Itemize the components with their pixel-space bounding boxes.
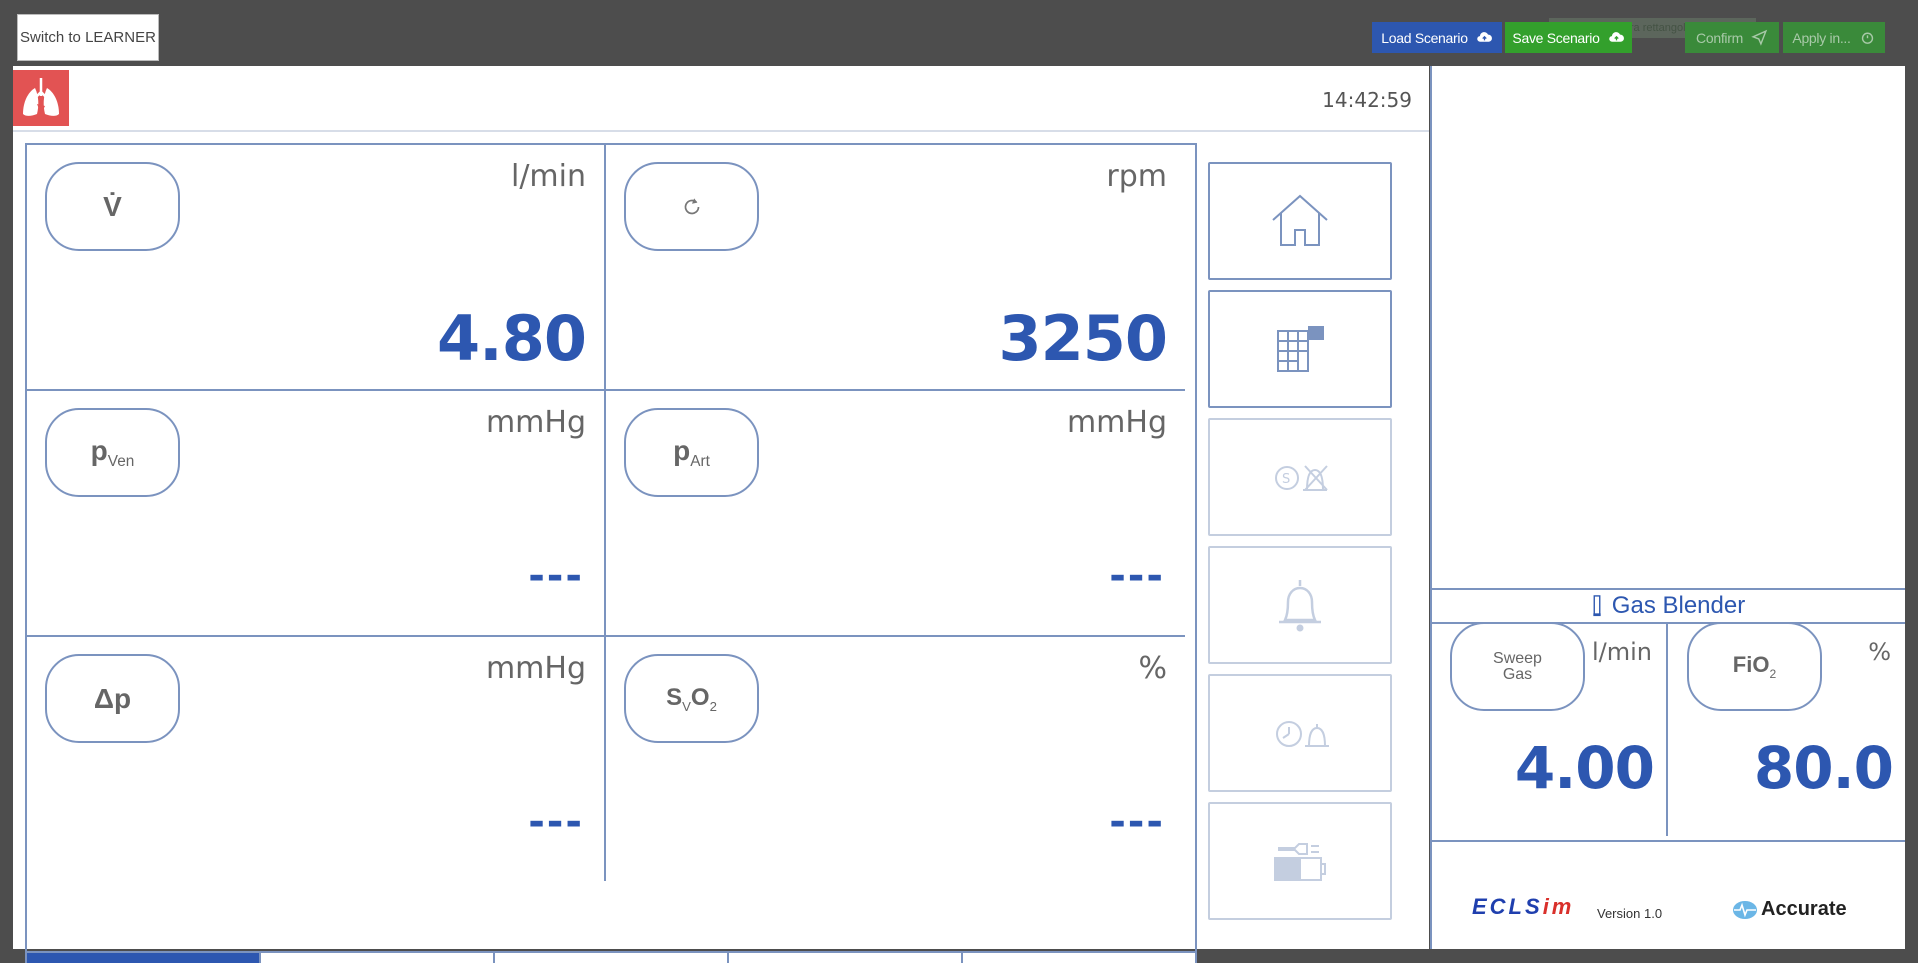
rpm-value: 3250 xyxy=(998,302,1168,375)
load-scenario-button[interactable]: Load Scenario xyxy=(1372,22,1502,53)
fio2-label: FiO2 xyxy=(1732,652,1777,681)
side-battery-button[interactable] xyxy=(1208,802,1392,920)
apply-in-label: Apply in... xyxy=(1792,29,1851,46)
bell-icon xyxy=(1279,580,1321,632)
fio2-cell: FiO2 % 80.0 xyxy=(1669,622,1905,836)
delta-p-unit: mmHg xyxy=(485,651,586,686)
delta-p-button[interactable]: Δp xyxy=(45,654,180,743)
apply-in-button[interactable]: Apply in... xyxy=(1783,22,1885,53)
flowmeter-icon xyxy=(1593,595,1601,617)
heartbeat-logo-icon xyxy=(1733,900,1757,919)
clock: 14:42:59 xyxy=(1322,88,1412,112)
load-scenario-label: Load Scenario xyxy=(1381,29,1468,46)
nav-lab-button[interactable] xyxy=(495,953,729,963)
rotation-icon xyxy=(684,197,699,214)
lungs-icon xyxy=(13,70,69,126)
nav-list-button[interactable] xyxy=(261,953,495,963)
part-label: pArt xyxy=(673,434,710,470)
footer-divider xyxy=(1432,840,1905,842)
version-label: Version 1.0 xyxy=(1597,906,1663,921)
fio2-button[interactable]: FiO2 xyxy=(1687,622,1822,711)
part-value: --- xyxy=(1109,553,1165,599)
header-divider xyxy=(13,130,1429,132)
fio2-value: 80.0 xyxy=(1753,734,1894,802)
main-panel: 14:42:59 V̇ l/min 4.80 rpm 3250 pVen mmH… xyxy=(13,66,1429,963)
nav-transport-button[interactable] xyxy=(729,953,963,963)
flow-cell: V̇ l/min 4.80 xyxy=(27,145,606,391)
svo2-cell: SVO2 % --- xyxy=(606,637,1185,881)
timer-icon xyxy=(1861,32,1873,44)
save-scenario-label: Save Scenario xyxy=(1512,29,1600,46)
side-silence-button[interactable]: S xyxy=(1208,418,1392,536)
confirm-button[interactable]: Confirm xyxy=(1685,22,1779,53)
part-unit: mmHg xyxy=(1066,405,1167,440)
delta-p-label: Δp xyxy=(93,682,132,714)
timer-bell-icon xyxy=(1276,721,1329,747)
nav-link-button[interactable] xyxy=(963,953,1195,963)
side-timer-alarm-button[interactable] xyxy=(1208,674,1392,792)
flow-label: V̇ xyxy=(103,190,122,222)
part-cell: pArt mmHg --- xyxy=(606,391,1185,637)
nav-home-button[interactable] xyxy=(27,953,261,963)
sweep-gas-cell: Sweep Gas l/min 4.00 xyxy=(1432,622,1668,836)
svo2-label: SVO2 xyxy=(666,683,717,714)
sweep-gas-unit: l/min xyxy=(1591,638,1652,666)
sweep-gas-value: 4.00 xyxy=(1514,734,1655,802)
delta-p-cell: Δp mmHg --- xyxy=(27,637,606,881)
pven-label: pVen xyxy=(90,434,135,470)
bottom-nav xyxy=(27,951,1195,963)
gas-blender-header: Gas Blender xyxy=(1432,590,1905,622)
svo2-unit: % xyxy=(1138,651,1167,686)
sweep-gas-button[interactable]: Sweep Gas xyxy=(1450,622,1585,711)
sweep-gas-label-1: Sweep xyxy=(1493,649,1542,667)
flow-value: 4.80 xyxy=(437,302,587,375)
cloud-upload-icon xyxy=(1476,32,1492,42)
rpm-unit: rpm xyxy=(1106,159,1167,194)
side-button-column: S xyxy=(1208,162,1394,930)
side-home-button[interactable] xyxy=(1208,162,1392,280)
send-icon xyxy=(1751,29,1768,46)
part-button[interactable]: pArt xyxy=(624,408,759,497)
side-grid-button[interactable] xyxy=(1208,290,1392,408)
flow-button[interactable]: V̇ xyxy=(45,162,180,251)
pven-button[interactable]: pVen xyxy=(45,408,180,497)
confirm-label: Confirm xyxy=(1696,29,1743,46)
side-panel: Gas Blender Sweep Gas l/min 4.00 FiO2 % … xyxy=(1430,66,1905,949)
svg-text:S: S xyxy=(1282,472,1290,487)
switch-role-button[interactable]: Switch to LEARNER xyxy=(17,14,159,61)
monitor-grid: V̇ l/min 4.80 rpm 3250 pVen mmHg --- pAr… xyxy=(25,143,1197,963)
cloud-upload-icon xyxy=(1608,32,1624,42)
rpm-button[interactable] xyxy=(624,162,759,251)
ecls-sim-logo: ECLSim xyxy=(1472,894,1575,919)
svo2-button[interactable]: SVO2 xyxy=(624,654,759,743)
battery-icon xyxy=(1274,843,1326,881)
fio2-unit: % xyxy=(1868,638,1891,666)
flow-unit: l/min xyxy=(510,159,586,194)
side-alarm-button[interactable] xyxy=(1208,546,1392,664)
accurate-logo: Accurate xyxy=(1732,898,1847,921)
delta-p-value: --- xyxy=(528,799,584,845)
svo2-value: --- xyxy=(1109,799,1165,845)
home-icon xyxy=(1272,194,1328,246)
rpm-cell: rpm 3250 xyxy=(606,145,1185,391)
pven-unit: mmHg xyxy=(485,405,586,440)
save-scenario-button[interactable]: Save Scenario xyxy=(1505,22,1632,53)
grid-icon xyxy=(1277,326,1324,372)
pven-cell: pVen mmHg --- xyxy=(27,391,606,637)
sweep-gas-label-2: Gas xyxy=(1502,665,1533,683)
silence-alarm-icon: S xyxy=(1275,465,1328,491)
gas-blender-title: Gas Blender xyxy=(1611,592,1746,619)
pven-value: --- xyxy=(528,553,584,599)
